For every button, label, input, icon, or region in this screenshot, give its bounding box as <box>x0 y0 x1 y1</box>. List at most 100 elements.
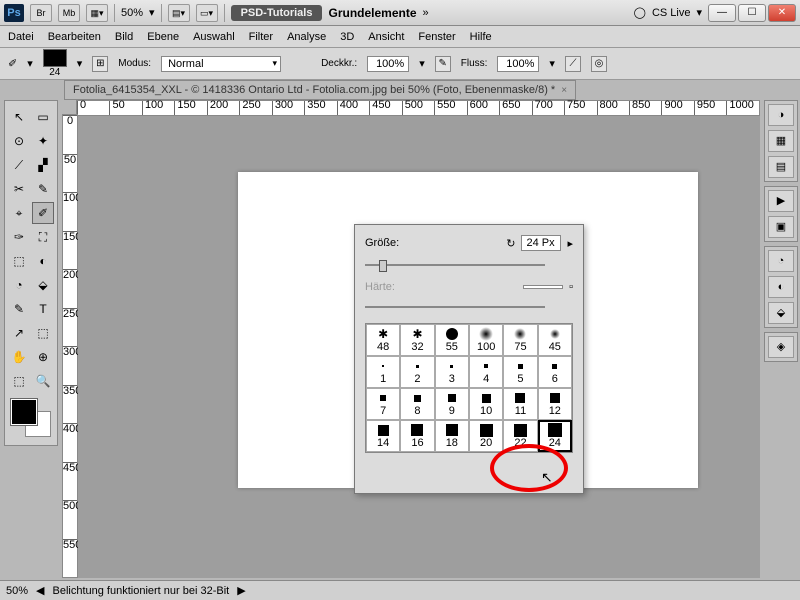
brush-preset-4[interactable]: 4 <box>469 356 503 388</box>
tablet-size-icon[interactable]: ◎ <box>591 56 607 72</box>
brush-preset-3[interactable]: 3 <box>435 356 469 388</box>
menu-bearbeiten[interactable]: Bearbeiten <box>48 31 101 43</box>
brush-preset-22[interactable]: 22 <box>503 420 537 452</box>
channels-panel-icon[interactable]: ◐ <box>768 276 794 298</box>
chevron-down-icon[interactable]: ▾ <box>696 6 702 19</box>
brush-preset-7[interactable]: 7 <box>366 388 400 420</box>
flyout-icon[interactable]: ▸ <box>567 237 573 250</box>
tool-6-1[interactable]: ◐ <box>32 250 54 272</box>
menu-filter[interactable]: Filter <box>249 31 273 43</box>
ruler-vertical[interactable]: 050100150200250300350400450500550 <box>62 114 78 578</box>
brush-preset-1[interactable]: 1 <box>366 356 400 388</box>
status-zoom[interactable]: 50% <box>6 585 28 597</box>
brush-preset-75[interactable]: 75 <box>503 324 537 356</box>
tablet-opacity-icon[interactable]: ✎ <box>435 56 451 72</box>
reset-icon[interactable]: ↻ <box>506 237 515 250</box>
brush-preset-45[interactable]: 45 <box>538 324 572 356</box>
size-slider[interactable] <box>365 259 545 271</box>
nav-left-icon[interactable]: ◀ <box>36 584 44 597</box>
layers-panel-icon[interactable]: ◔ <box>768 250 794 272</box>
foreground-color[interactable] <box>11 399 37 425</box>
brush-tool-icon[interactable]: ✐ <box>8 57 17 70</box>
brush-preset-24[interactable]: 24 <box>538 420 572 452</box>
brush-preset-10[interactable]: 10 <box>469 388 503 420</box>
layout-button[interactable]: ▦▾ <box>86 4 108 22</box>
brush-preset-55[interactable]: 55 <box>435 324 469 356</box>
tool-6-0[interactable]: ⬚ <box>8 250 30 272</box>
tool-0-1[interactable]: ▭ <box>32 106 54 128</box>
tool-11-0[interactable]: ⬚ <box>8 370 30 392</box>
chevrons-icon[interactable]: » <box>423 7 429 19</box>
close-button[interactable]: ✕ <box>768 4 796 22</box>
tool-5-0[interactable]: ✑ <box>8 226 30 248</box>
tool-9-0[interactable]: ↗ <box>8 322 30 344</box>
airbrush-icon[interactable]: ⟋ <box>565 56 581 72</box>
tool-3-0[interactable]: ✂ <box>8 178 30 200</box>
paths-panel-icon[interactable]: ⬙ <box>768 302 794 324</box>
tool-2-0[interactable]: ⟋ <box>8 154 30 176</box>
brush-panel-icon[interactable]: ⊞ <box>92 56 108 72</box>
workspace-tab[interactable]: PSD-Tutorials <box>231 5 323 21</box>
brush-preset-8[interactable]: 8 <box>400 388 434 420</box>
brush-preset-18[interactable]: 18 <box>435 420 469 452</box>
history-panel-icon[interactable]: ◈ <box>768 336 794 358</box>
masks-panel-icon[interactable]: ▣ <box>768 216 794 238</box>
opacity-input[interactable]: 100% <box>367 56 409 72</box>
zoom-value[interactable]: 50% <box>121 7 143 19</box>
brush-preset-5[interactable]: 5 <box>503 356 537 388</box>
menu-ebene[interactable]: Ebene <box>147 31 179 43</box>
chevron-down-icon[interactable]: ▾ <box>149 6 155 19</box>
brush-preset-14[interactable]: 14 <box>366 420 400 452</box>
tool-2-1[interactable]: ▞ <box>32 154 54 176</box>
adjust-panel-icon[interactable]: ▶ <box>768 190 794 212</box>
tool-0-0[interactable]: ↖ <box>8 106 30 128</box>
tool-8-0[interactable]: ✎ <box>8 298 30 320</box>
ruler-horizontal[interactable]: 0501001502002503003504004505005506006507… <box>76 100 760 116</box>
tool-8-1[interactable]: T <box>32 298 54 320</box>
menu-datei[interactable]: Datei <box>8 31 34 43</box>
chevron-down-icon[interactable]: ▾ <box>27 57 33 70</box>
menu-auswahl[interactable]: Auswahl <box>193 31 235 43</box>
swatches-panel-icon[interactable]: ▦ <box>768 130 794 152</box>
brush-preset-6[interactable]: 6 <box>538 356 572 388</box>
tool-11-1[interactable]: 🔍 <box>32 370 54 392</box>
chevron-down-icon[interactable]: ▾ <box>549 57 555 70</box>
chevron-down-icon[interactable]: ▾ <box>419 57 425 70</box>
tool-4-0[interactable]: ⌖ <box>8 202 30 224</box>
tool-1-1[interactable]: ✦ <box>32 130 54 152</box>
new-preset-icon[interactable]: ▫ <box>569 281 573 293</box>
minibridge-button[interactable]: Mb <box>58 4 80 22</box>
bridge-button[interactable]: Br <box>30 4 52 22</box>
brush-preset-12[interactable]: 12 <box>538 388 572 420</box>
brush-preset-20[interactable]: 20 <box>469 420 503 452</box>
tool-4-1[interactable]: ✐ <box>32 202 54 224</box>
menu-fenster[interactable]: Fenster <box>418 31 455 43</box>
brush-preset-11[interactable]: 11 <box>503 388 537 420</box>
maximize-button[interactable]: ☐ <box>738 4 766 22</box>
menu-3d[interactable]: 3D <box>340 31 354 43</box>
color-swatches[interactable] <box>9 397 57 437</box>
tool-7-0[interactable]: ◔ <box>8 274 30 296</box>
tool-7-1[interactable]: ⬙ <box>32 274 54 296</box>
tool-9-1[interactable]: ⬚ <box>32 322 54 344</box>
menu-ansicht[interactable]: Ansicht <box>368 31 404 43</box>
mode-dropdown[interactable]: Normal <box>161 56 281 72</box>
tool-3-1[interactable]: ✎ <box>32 178 54 200</box>
tool-10-0[interactable]: ✋ <box>8 346 30 368</box>
cslive-label[interactable]: CS Live <box>652 7 691 19</box>
chevron-down-icon[interactable]: ▾ <box>77 57 83 70</box>
flow-input[interactable]: 100% <box>497 56 539 72</box>
nav-right-icon[interactable]: ▶ <box>237 584 245 597</box>
tool-5-1[interactable]: ⛶ <box>32 226 54 248</box>
brush-preset-100[interactable]: 100 <box>469 324 503 356</box>
brush-preset-32[interactable]: ✱32 <box>400 324 434 356</box>
tool-10-1[interactable]: ⊕ <box>32 346 54 368</box>
styles-panel-icon[interactable]: ▤ <box>768 156 794 178</box>
menu-hilfe[interactable]: Hilfe <box>470 31 492 43</box>
tab-close-icon[interactable]: × <box>561 85 567 96</box>
brush-preset-16[interactable]: 16 <box>400 420 434 452</box>
tool-1-0[interactable]: ⊙ <box>8 130 30 152</box>
document-tab[interactable]: Fotolia_6415354_XXL - © 1418336 Ontario … <box>64 80 576 100</box>
workspace-name[interactable]: Grundelemente <box>328 6 416 20</box>
brush-preset-9[interactable]: 9 <box>435 388 469 420</box>
